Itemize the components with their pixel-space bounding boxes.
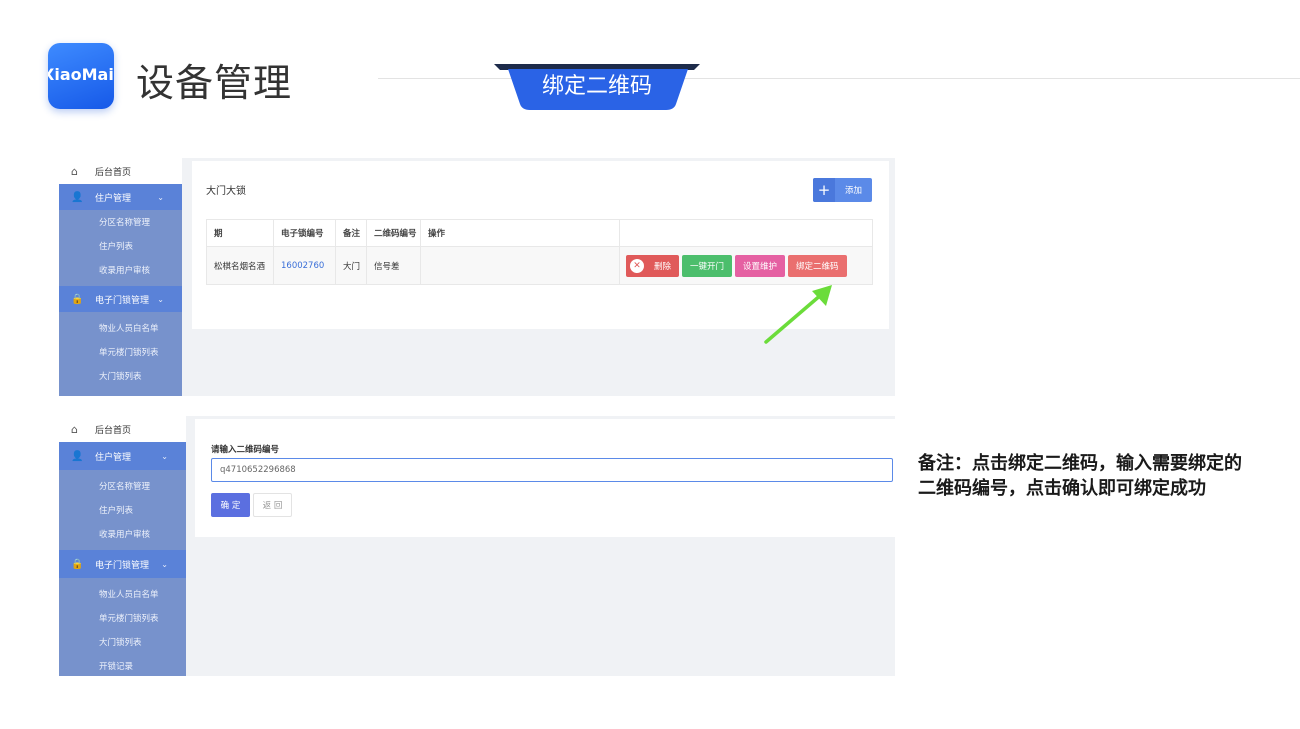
cell-empty — [421, 247, 620, 284]
screenshot-bind-qr-form: ⌂ 后台首页 👤 住户管理 ⌄ 分区名称管理 住户列表 收录用户审核 🔒 电子门… — [59, 416, 895, 676]
sidebar-item-user-review[interactable]: 收录用户审核 — [59, 522, 186, 546]
sidebar-item-resident-list[interactable]: 住户列表 — [59, 234, 182, 258]
sidebar-group-label: 电子门锁管理 — [95, 295, 150, 306]
lock-icon: 🔒 — [71, 558, 84, 570]
chevron-down-icon: ⌄ — [161, 451, 168, 461]
back-button[interactable]: 返 回 — [253, 493, 292, 517]
plus-icon: + — [813, 178, 835, 202]
logo-text: XiaoMai — [48, 65, 114, 84]
sidebar-item-home[interactable]: ⌂ 后台首页 — [59, 416, 186, 442]
sidebar-item-resident-list[interactable]: 住户列表 — [59, 498, 186, 522]
open-door-button[interactable]: 一键开门 — [682, 254, 733, 277]
chevron-down-icon: ⌄ — [161, 559, 168, 569]
column-header: 操作 — [421, 220, 620, 246]
chevron-down-icon: ⌄ — [157, 192, 164, 202]
lock-icon: 🔒 — [71, 293, 84, 305]
home-icon: ⌂ — [71, 164, 78, 178]
add-button[interactable]: + 添加 — [813, 178, 873, 202]
column-header: 二维码编号 — [367, 220, 421, 246]
set-maintenance-button[interactable]: 设置维护 — [735, 254, 786, 277]
sidebar-item-unlock-records[interactable]: 开锁记录 — [59, 654, 186, 676]
section-tag-label: 绑定二维码 — [541, 74, 652, 99]
chevron-down-icon: ⌄ — [157, 294, 164, 304]
sidebar-item-staff-whitelist[interactable]: 物业人员白名单 — [59, 316, 182, 340]
app-logo: XiaoMai — [48, 43, 114, 109]
column-header: 备注 — [336, 220, 367, 246]
qr-code-input[interactable]: q4710652296868 — [211, 458, 893, 482]
sidebar-group-label: 住户管理 — [95, 452, 132, 463]
sidebar-item-staff-whitelist[interactable]: 物业人员白名单 — [59, 582, 186, 606]
home-icon: ⌂ — [71, 422, 78, 436]
sidebar-item-unit-locks[interactable]: 单元楼门锁列表 — [59, 340, 182, 364]
cell-name: 松棋名烟名酒 — [207, 247, 274, 284]
sidebar-item-zone-names[interactable]: 分区名称管理 — [59, 210, 182, 234]
cell-remark: 大门 — [336, 247, 367, 284]
sidebar-item-label: 后台首页 — [95, 425, 132, 436]
annotation-arrow-icon — [764, 285, 832, 344]
bind-qr-button[interactable]: 绑定二维码 — [788, 254, 847, 277]
delete-label: 删除 — [654, 261, 672, 272]
sidebar-item-user-review[interactable]: 收录用户审核 — [59, 258, 182, 282]
sidebar-item-gate-locks[interactable]: 大门锁列表 — [59, 630, 186, 654]
sidebar-item-gate-locks[interactable]: 大门锁列表 — [59, 364, 182, 388]
card-title: 大门大锁 — [206, 186, 246, 197]
sidebar-item-zone-names[interactable]: 分区名称管理 — [59, 474, 186, 498]
sidebar-item-unit-locks[interactable]: 单元楼门锁列表 — [59, 606, 186, 630]
column-header: 电子锁编号 — [274, 220, 336, 246]
close-circle-icon: ✕ — [630, 258, 644, 273]
row-actions: ✕ 删除 一键开门 设置维护 绑定二维码 — [620, 247, 872, 284]
section-tag: 绑定二维码 — [492, 64, 702, 110]
sidebar-group-locks[interactable]: 🔒 电子门锁管理 ⌄ — [59, 550, 186, 578]
bind-qr-card: 请输入二维码编号 q4710652296868 确 定 返 回 — [195, 419, 895, 537]
lock-table: 期 电子锁编号 备注 二维码编号 操作 松棋名烟名酒 16002760 大门 信… — [206, 219, 873, 285]
sidebar-group-locks[interactable]: 🔒 电子门锁管理 ⌄ — [59, 286, 182, 312]
cell-qr-id: 信号差 — [367, 247, 421, 284]
sidebar-group-residents[interactable]: 👤 住户管理 ⌄ — [59, 442, 186, 470]
confirm-button[interactable]: 确 定 — [211, 493, 250, 517]
user-icon: 👤 — [71, 450, 84, 462]
sidebar-group-label: 电子门锁管理 — [95, 560, 150, 571]
column-header: 期 — [207, 220, 274, 246]
sidebar-group-residents[interactable]: 👤 住户管理 ⌄ — [59, 184, 182, 210]
add-button-label: 添加 — [845, 186, 863, 196]
sidebar: ⌂ 后台首页 👤 住户管理 ⌄ 分区名称管理 住户列表 收录用户审核 🔒 电子门… — [59, 416, 186, 676]
qr-input-label: 请输入二维码编号 — [211, 445, 280, 455]
sidebar: ⌂ 后台首页 👤 住户管理 ⌄ 分区名称管理 住户列表 收录用户审核 🔒 电子门… — [59, 158, 182, 396]
sidebar-item-label: 后台首页 — [95, 167, 132, 178]
sidebar-group-label: 住户管理 — [95, 193, 132, 204]
sidebar-item-home[interactable]: ⌂ 后台首页 — [59, 158, 182, 184]
table-row: 松棋名烟名酒 16002760 大门 信号差 ✕ 删除 一键开门 设置维护 绑定… — [207, 247, 872, 284]
instruction-note: 备注：点击绑定二维码，输入需要绑定的二维码编号，点击确认即可绑定成功 — [918, 453, 1242, 499]
screenshot-lock-list: ⌂ 后台首页 👤 住户管理 ⌄ 分区名称管理 住户列表 收录用户审核 🔒 电子门… — [59, 158, 895, 396]
table-header-row: 期 电子锁编号 备注 二维码编号 操作 — [207, 220, 872, 247]
delete-button[interactable]: ✕ 删除 — [626, 254, 680, 277]
user-icon: 👤 — [71, 191, 84, 203]
cell-lock-id[interactable]: 16002760 — [274, 247, 336, 284]
page-title: 设备管理 — [136, 61, 293, 105]
